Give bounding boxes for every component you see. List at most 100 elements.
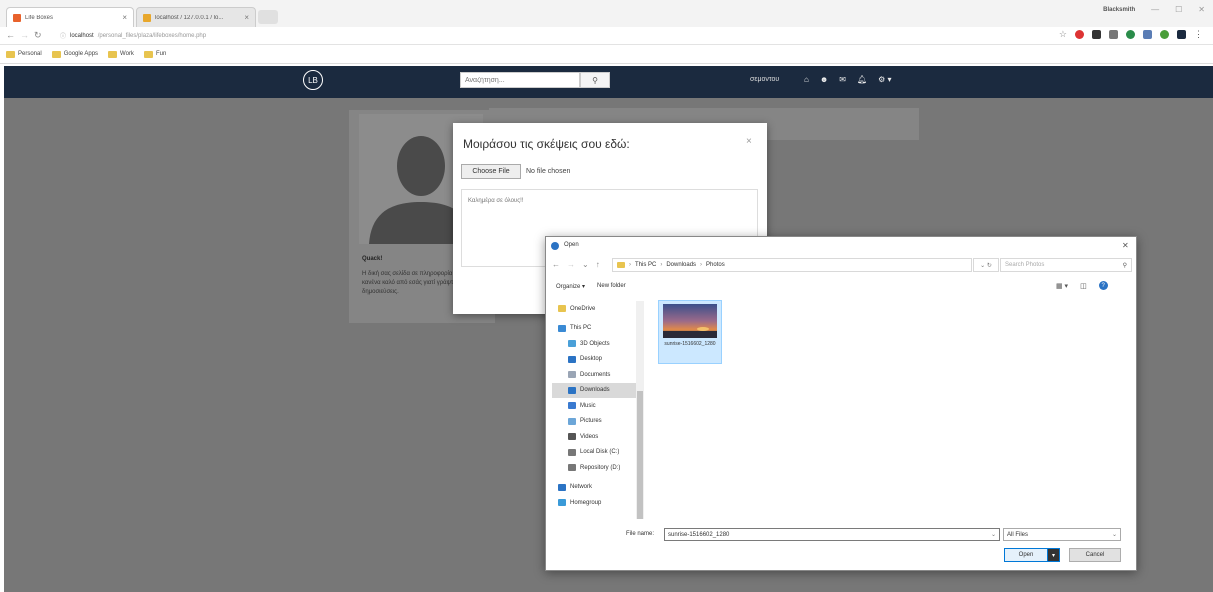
home-icon[interactable]: ⌂ bbox=[804, 75, 809, 84]
forward-icon[interactable]: → bbox=[567, 260, 575, 269]
extension-icon[interactable] bbox=[1109, 30, 1118, 39]
maximize-icon[interactable]: ☐ bbox=[1175, 5, 1182, 14]
url-bar[interactable]: ⓘ localhost/personal_files/plaza/lifebox… bbox=[60, 29, 1070, 42]
nav-item-label: This PC bbox=[570, 325, 592, 332]
bookmark-fun[interactable]: Fun bbox=[143, 50, 166, 58]
dialog-nav-buttons: ← → ⌄ ↑ bbox=[552, 260, 600, 269]
back-icon[interactable]: ← bbox=[6, 30, 15, 40]
organize-menu[interactable]: Organize ▾ bbox=[556, 283, 585, 290]
nav-item[interactable]: Videos bbox=[552, 429, 642, 445]
friends-icon[interactable]: ☻ bbox=[820, 75, 828, 84]
bookmark-work[interactable]: Work bbox=[108, 50, 134, 58]
cube-icon bbox=[568, 340, 576, 348]
shield-icon[interactable] bbox=[1177, 30, 1186, 39]
pictures-icon bbox=[568, 417, 576, 425]
computer-icon bbox=[558, 324, 566, 332]
refresh-button[interactable]: ⌄ ↻ bbox=[973, 258, 999, 272]
nav-item[interactable]: OneDrive bbox=[552, 301, 642, 317]
open-dropdown-icon[interactable]: ▾ bbox=[1047, 549, 1059, 561]
dialog-close-icon[interactable]: ✕ bbox=[1122, 241, 1129, 250]
preview-pane-icon[interactable]: ◫ bbox=[1080, 282, 1087, 290]
site-search-input[interactable] bbox=[460, 72, 580, 88]
chevron-down-icon[interactable]: ⌄ bbox=[991, 531, 996, 538]
chevron-down-icon: ⌄ bbox=[1111, 532, 1117, 538]
nav-item[interactable]: Homegroup bbox=[552, 495, 642, 511]
nav-item[interactable]: Network bbox=[552, 480, 642, 496]
folder-icon bbox=[617, 262, 625, 268]
file-name-input[interactable]: sunrise-1516602_1280 ⌄ bbox=[664, 528, 1000, 541]
nav-item-label: Downloads bbox=[580, 387, 610, 394]
nav-item[interactable]: 3D Objects bbox=[552, 336, 642, 352]
cloud-folder-icon bbox=[558, 305, 566, 313]
nav-item[interactable]: Desktop bbox=[552, 352, 642, 368]
menu-dots-icon[interactable]: ⋮ bbox=[1194, 29, 1203, 40]
settings-gear-icon[interactable]: ⚙ ▾ bbox=[878, 75, 891, 84]
nav-item[interactable]: Documents bbox=[552, 367, 642, 383]
path-breadcrumb[interactable]: › This PC › Downloads › Photos bbox=[612, 258, 972, 272]
network-icon bbox=[558, 483, 566, 491]
tab-life-boxes[interactable]: Life Boxes × bbox=[6, 7, 134, 27]
opera-icon[interactable] bbox=[1075, 30, 1084, 39]
breadcrumb-downloads[interactable]: Downloads bbox=[666, 262, 696, 268]
new-tab-button[interactable] bbox=[258, 10, 278, 24]
extension-icon[interactable] bbox=[1092, 30, 1101, 39]
modal-close-button[interactable]: × bbox=[746, 136, 752, 147]
no-file-label: No file chosen bbox=[526, 168, 571, 175]
new-folder-button[interactable]: New folder bbox=[597, 283, 626, 290]
recent-locations-icon[interactable]: ⌄ bbox=[582, 260, 589, 269]
back-icon[interactable]: ← bbox=[552, 260, 560, 269]
info-icon[interactable]: ⓘ bbox=[60, 31, 66, 40]
close-tab-icon[interactable]: × bbox=[244, 13, 249, 22]
forward-icon[interactable]: → bbox=[20, 30, 29, 40]
change-view-icon[interactable]: ▦ ▾ bbox=[1056, 282, 1068, 290]
navigation-scrollbar[interactable] bbox=[636, 301, 644, 519]
minimize-icon[interactable]: — bbox=[1151, 5, 1159, 14]
cancel-button[interactable]: Cancel bbox=[1069, 548, 1121, 562]
close-tab-icon[interactable]: × bbox=[122, 13, 127, 22]
file-type-select[interactable]: All Files ⌄ bbox=[1003, 528, 1121, 541]
choose-file-button[interactable]: Choose File bbox=[461, 164, 521, 179]
extension-icon[interactable] bbox=[1143, 30, 1152, 39]
bookmarks-bar: Personal Google Apps Work Fun bbox=[0, 45, 1213, 64]
bookmark-personal[interactable]: Personal bbox=[6, 50, 42, 58]
nav-username[interactable]: σεμοντου bbox=[750, 76, 779, 83]
nav-item[interactable]: Music bbox=[552, 398, 642, 414]
nav-item[interactable]: Local Disk (C:) bbox=[552, 445, 642, 461]
nav-item[interactable]: Repository (D:) bbox=[552, 460, 642, 476]
file-name-label: File name: bbox=[626, 531, 655, 537]
notifications-bell-icon[interactable]: 🔔︎ bbox=[857, 75, 867, 84]
breadcrumb-this-pc[interactable]: This PC bbox=[635, 262, 656, 268]
homegroup-icon bbox=[558, 499, 566, 507]
up-icon[interactable]: ↑ bbox=[596, 260, 600, 269]
nav-item[interactable]: Pictures bbox=[552, 414, 642, 430]
breadcrumb-photos[interactable]: Photos bbox=[706, 262, 725, 268]
nav-item[interactable]: Downloads bbox=[552, 382, 642, 398]
help-icon[interactable]: ? bbox=[1098, 281, 1108, 290]
messages-icon[interactable]: ✉ bbox=[839, 75, 846, 84]
file-open-dialog: Open ✕ ← → ⌄ ↑ › This PC › Downloads › P… bbox=[545, 236, 1137, 571]
profile-name[interactable]: Blacksmith bbox=[1103, 7, 1135, 13]
site-navbar: LB ⚲ σεμοντου ⌂ ☻ ✉ 🔔︎ ⚙ ▾ bbox=[4, 66, 1213, 98]
search-button[interactable]: ⚲ bbox=[580, 72, 610, 88]
phpmyadmin-favicon-icon bbox=[143, 13, 151, 22]
scrollbar-thumb[interactable] bbox=[637, 391, 643, 519]
tab-title: Life Boxes bbox=[25, 14, 54, 21]
chrome-icon bbox=[551, 242, 559, 250]
reload-icon[interactable]: ↻ bbox=[34, 30, 42, 41]
open-button[interactable]: Open ▾ bbox=[1004, 548, 1060, 562]
close-window-icon[interactable]: ✕ bbox=[1198, 5, 1205, 14]
tab-phpmyadmin[interactable]: localhost / 127.0.0.1 / lo... × bbox=[136, 7, 256, 27]
bookmark-google-apps[interactable]: Google Apps bbox=[51, 50, 98, 58]
nav-item[interactable]: This PC bbox=[552, 321, 642, 337]
dialog-title: Open bbox=[564, 242, 579, 248]
search-icon: ⚲ bbox=[1122, 262, 1127, 269]
dialog-search-box[interactable]: Search Photos ⚲ bbox=[1000, 258, 1132, 272]
site-logo[interactable]: LB bbox=[303, 70, 323, 90]
file-item[interactable]: sunrise-1516602_1280 bbox=[658, 300, 722, 364]
url-path: /personal_files/plaza/lifeboxes/home.php bbox=[97, 32, 207, 39]
bookmark-star-icon[interactable]: ☆ bbox=[1059, 29, 1067, 40]
profile-name: Quack! bbox=[362, 256, 383, 262]
extension-icon[interactable] bbox=[1160, 30, 1169, 39]
nav-item-label: Documents bbox=[580, 371, 611, 378]
extension-icon[interactable] bbox=[1126, 30, 1135, 39]
